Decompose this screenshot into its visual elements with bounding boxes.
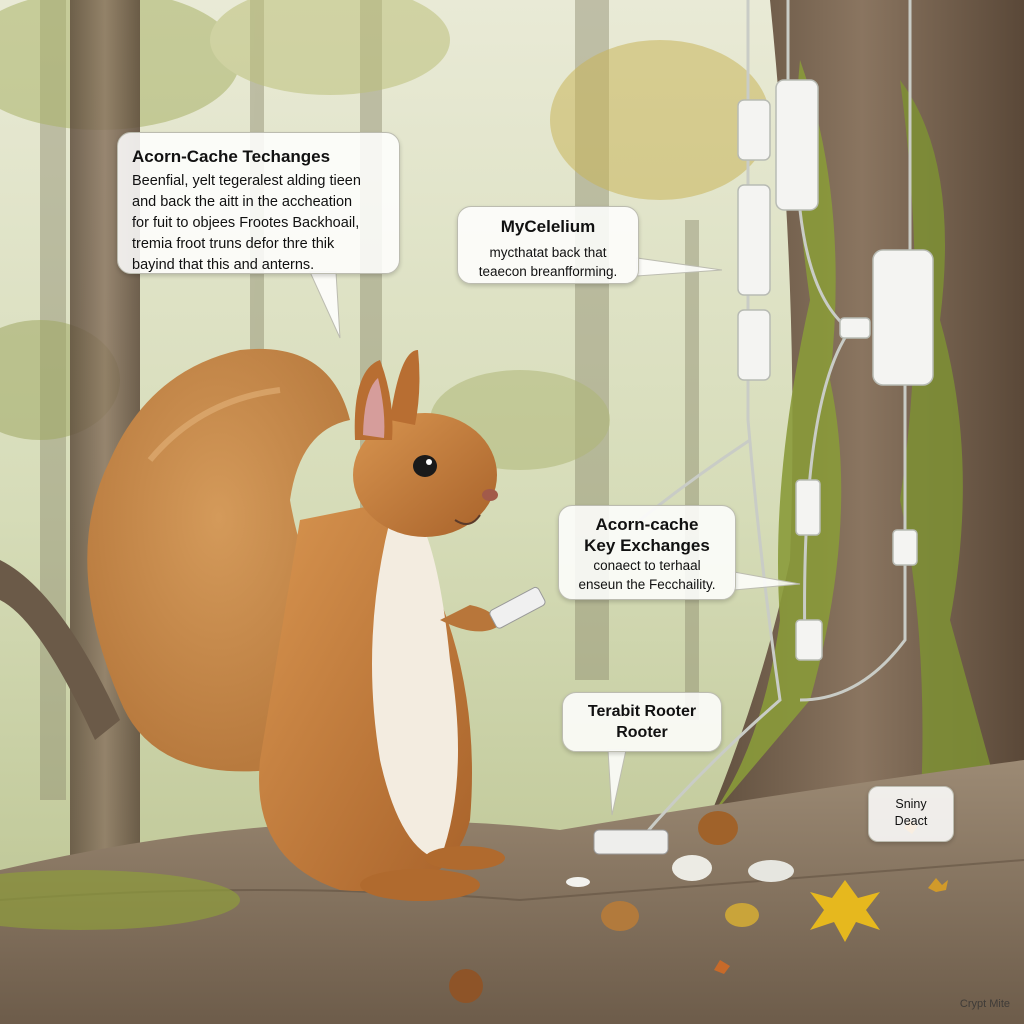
callout-title: Key Exchanges [584,536,710,555]
callout-line: and back the aitt in the accheation [132,194,353,210]
callout-line: teaecon breanfforming. [478,264,618,279]
callout-line: Beenfial, yelt tegeralest alding tieen [132,173,361,189]
callout-title: Terabit Rooter [587,703,697,720]
callout-title: Acorn-Cache Techanges [132,147,331,166]
callout-line: Sniny [895,797,927,811]
callout-line: conaect to terhaal [593,558,701,573]
callout-line: for fuit to objees Frootes Backhoail, [132,215,360,231]
callout-title: Rooter [616,724,668,741]
callout-mycelium: MyCelelium mycthatat back that teaecon b… [457,206,639,284]
forest-scene: Acorn-Cache Techanges Beenfial, yelt teg… [0,0,1024,1024]
callout-acorn-cache-techanges: Acorn-Cache Techanges Beenfial, yelt teg… [117,132,400,274]
callout-acorn-cache-key-exchanges: Acorn-cache Key Exchanges conaect to ter… [558,505,736,600]
callout-line: enseun the Fecchaility. [578,577,716,592]
callout-terabit-rooter: Terabit Rooter Rooter [562,692,722,752]
callout-line: mycthatat back that [489,245,607,260]
callout-sniny-deact: Sniny Deact [868,786,954,842]
callout-line: Deact [894,814,928,828]
callout-title: MyCelelium [500,217,596,236]
watermark: Crypt Mite [959,998,1010,1010]
callout-line: tremia froot truns defor thre thik [132,236,335,252]
callout-title: Acorn-cache [595,515,699,534]
callout-line: bayind that this and anterns. [132,257,315,273]
